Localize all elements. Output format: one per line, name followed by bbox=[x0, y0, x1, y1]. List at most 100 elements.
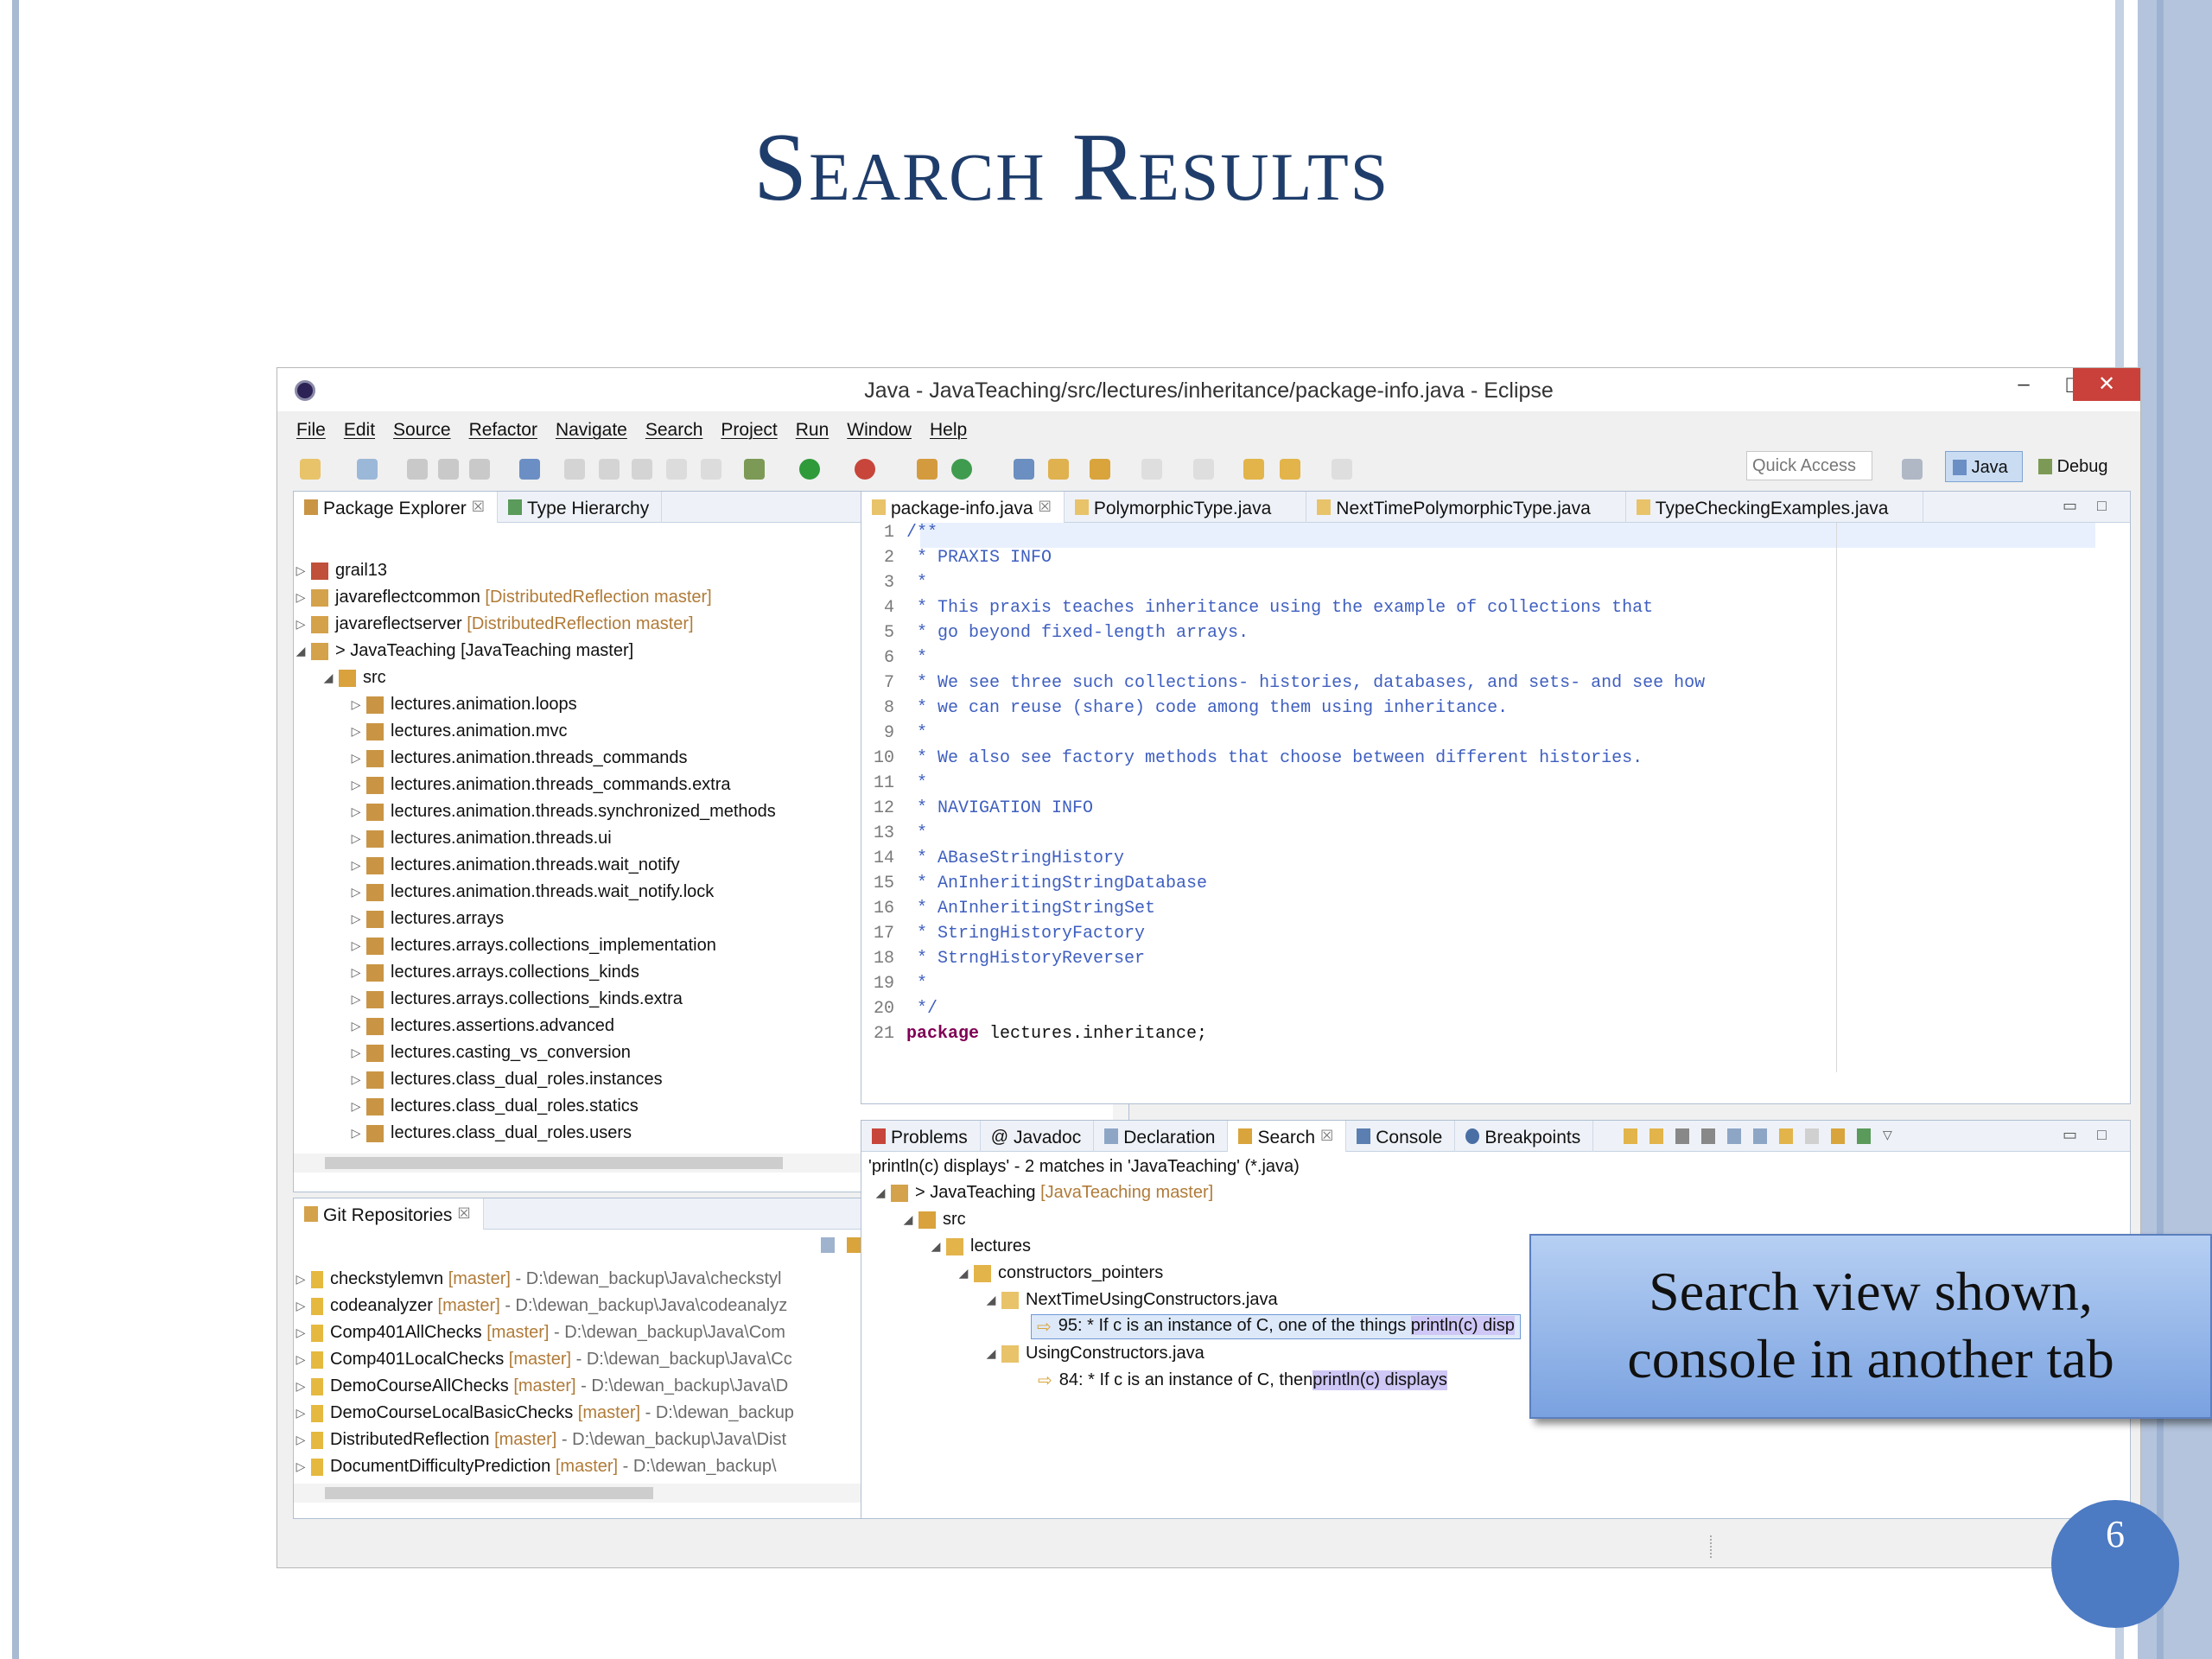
tab-polymorphictype-java[interactable]: PolymorphicType.java bbox=[1065, 492, 1307, 523]
expand-icon[interactable]: ▷ bbox=[294, 1459, 308, 1474]
expand-icon[interactable]: ▷ bbox=[294, 617, 308, 632]
expand-icon[interactable]: ▷ bbox=[294, 1352, 308, 1367]
tab-nexttimepolymorphictype-java[interactable]: NextTimePolymorphicType.java bbox=[1306, 492, 1626, 523]
open-perspective-icon[interactable] bbox=[1902, 459, 1923, 480]
expand-icon[interactable]: ▷ bbox=[349, 1046, 363, 1060]
debug-perspective-button[interactable]: Debug bbox=[2031, 451, 2126, 482]
suspend-icon[interactable] bbox=[666, 459, 687, 480]
last-edit-icon[interactable] bbox=[1243, 459, 1264, 480]
menu-edit[interactable]: Edit bbox=[344, 413, 386, 448]
back-icon[interactable] bbox=[1280, 459, 1300, 480]
collapse-icon[interactable]: ◢ bbox=[321, 671, 335, 685]
collapse-icon[interactable]: ◢ bbox=[929, 1239, 943, 1254]
next-match-icon[interactable] bbox=[1624, 1128, 1637, 1144]
menu-search[interactable]: Search bbox=[645, 413, 715, 448]
expand-icon[interactable]: ▷ bbox=[294, 563, 308, 578]
tab-search[interactable]: Search ☒ bbox=[1228, 1121, 1347, 1152]
tab-typecheckingexamples-java[interactable]: TypeCheckingExamples.java bbox=[1626, 492, 1924, 523]
pin-view-icon[interactable] bbox=[1857, 1128, 1871, 1144]
tab-git-repositories[interactable]: Git Repositories ☒ bbox=[294, 1198, 484, 1230]
menu-refactor[interactable]: Refactor bbox=[469, 413, 549, 448]
quick-access-input[interactable]: Quick Access bbox=[1746, 451, 1872, 480]
tab-declaration[interactable]: Declaration bbox=[1094, 1121, 1229, 1152]
search-icon[interactable] bbox=[1090, 459, 1110, 480]
menu-source[interactable]: Source bbox=[393, 413, 462, 448]
remove-all-matches-icon[interactable] bbox=[1701, 1128, 1715, 1144]
add-repo-icon[interactable] bbox=[847, 1237, 861, 1253]
title-bar[interactable]: Java - JavaTeaching/src/lectures/inherit… bbox=[277, 368, 2140, 411]
expand-icon[interactable]: ▷ bbox=[349, 912, 363, 926]
run-search-again-icon[interactable] bbox=[1779, 1128, 1793, 1144]
open-type-icon[interactable] bbox=[1014, 459, 1034, 480]
scroll-thumb[interactable] bbox=[325, 1157, 783, 1169]
annotation-icon[interactable] bbox=[1141, 459, 1162, 480]
collapse-all-icon[interactable] bbox=[821, 1237, 835, 1253]
edit-icon[interactable] bbox=[599, 459, 620, 480]
expand-icon[interactable]: ▷ bbox=[349, 804, 363, 819]
expand-icon[interactable]: ▷ bbox=[349, 831, 363, 846]
minimize-view-icon[interactable]: ▭ bbox=[2063, 497, 2077, 515]
collapse-all-icon[interactable] bbox=[1753, 1128, 1767, 1144]
new-class-icon[interactable] bbox=[951, 459, 972, 480]
close-tab-icon[interactable]: ☒ bbox=[1039, 499, 1052, 523]
remove-match-icon[interactable] bbox=[1675, 1128, 1689, 1144]
step-icon[interactable] bbox=[632, 459, 652, 480]
expand-icon[interactable]: ▷ bbox=[349, 1126, 363, 1141]
expand-icon[interactable]: ▷ bbox=[349, 992, 363, 1007]
tab-package-explorer[interactable]: Package Explorer ☒ bbox=[294, 492, 499, 523]
expand-icon[interactable]: ▷ bbox=[294, 1406, 308, 1421]
search-history-icon[interactable] bbox=[1831, 1128, 1845, 1144]
minimize-button[interactable]: – bbox=[1999, 368, 2049, 401]
collapse-icon[interactable]: ◢ bbox=[294, 644, 308, 658]
expand-icon[interactable]: ▷ bbox=[349, 778, 363, 792]
close-tab-icon[interactable]: ☒ bbox=[1320, 1128, 1333, 1152]
expand-icon[interactable]: ▷ bbox=[349, 1072, 363, 1087]
tab-type-hierarchy[interactable]: Type Hierarchy bbox=[498, 492, 663, 523]
menu-window[interactable]: Window bbox=[847, 413, 923, 448]
print-icon[interactable] bbox=[469, 459, 490, 480]
collapse-icon[interactable]: ◢ bbox=[957, 1266, 970, 1281]
new-package-icon[interactable] bbox=[917, 459, 938, 480]
cancel-search-icon[interactable] bbox=[1805, 1128, 1819, 1144]
expand-icon[interactable]: ▷ bbox=[349, 697, 363, 712]
close-button[interactable]: ✕ bbox=[2073, 368, 2140, 401]
result-src[interactable]: ◢ src bbox=[861, 1206, 2130, 1233]
tab-breakpoints[interactable]: Breakpoints bbox=[1455, 1121, 1594, 1152]
prev-annotation-icon[interactable] bbox=[1193, 459, 1214, 480]
open-folder-icon[interactable] bbox=[1048, 459, 1069, 480]
expand-icon[interactable]: ▷ bbox=[294, 1299, 308, 1313]
collapse-icon[interactable]: ◢ bbox=[874, 1185, 887, 1200]
debug-icon[interactable] bbox=[744, 459, 765, 480]
scroll-thumb[interactable] bbox=[325, 1487, 653, 1499]
expand-icon[interactable]: ▷ bbox=[349, 751, 363, 766]
expand-icon[interactable]: ▷ bbox=[349, 724, 363, 739]
new-icon[interactable] bbox=[300, 459, 321, 480]
maximize-view-icon[interactable]: □ bbox=[2097, 1126, 2107, 1144]
save-all-icon[interactable] bbox=[438, 459, 459, 480]
run-external-tools-icon[interactable] bbox=[855, 459, 875, 480]
close-tab-icon[interactable]: ☒ bbox=[457, 1205, 470, 1230]
expand-icon[interactable]: ▷ bbox=[349, 1099, 363, 1114]
code-editor[interactable]: 1/** 2 * PRAXIS INFO 3 * 4 * This praxis te… bbox=[861, 523, 2130, 1076]
expand-icon[interactable]: ▷ bbox=[294, 590, 308, 605]
maximize-view-icon[interactable]: □ bbox=[2097, 497, 2107, 515]
new-java-project-icon[interactable] bbox=[357, 459, 378, 480]
terminate-icon[interactable] bbox=[701, 459, 721, 480]
expand-all-icon[interactable] bbox=[1727, 1128, 1741, 1144]
minimize-view-icon[interactable]: ▭ bbox=[2063, 1126, 2077, 1144]
expand-icon[interactable]: ▷ bbox=[349, 858, 363, 873]
tab-javadoc[interactable]: @ Javadoc bbox=[981, 1121, 1095, 1152]
expand-icon[interactable]: ▷ bbox=[294, 1379, 308, 1394]
collapse-icon[interactable]: ◢ bbox=[901, 1212, 915, 1227]
expand-icon[interactable]: ▷ bbox=[349, 938, 363, 953]
menu-help[interactable]: Help bbox=[930, 413, 978, 448]
collapse-icon[interactable]: ◢ bbox=[984, 1293, 998, 1307]
expand-icon[interactable]: ▷ bbox=[294, 1433, 308, 1447]
expand-icon[interactable]: ▷ bbox=[349, 965, 363, 980]
expand-icon[interactable]: ▷ bbox=[294, 1272, 308, 1287]
selected-match[interactable]: ⇨ 95: * If c is an instance of C, one of … bbox=[1031, 1314, 1521, 1339]
skip-breakpoints-icon[interactable] bbox=[519, 459, 540, 480]
collapse-icon[interactable]: ◢ bbox=[984, 1346, 998, 1361]
close-tab-icon[interactable]: ☒ bbox=[472, 499, 485, 523]
view-menu-icon[interactable]: ▽ bbox=[1883, 1128, 1892, 1144]
